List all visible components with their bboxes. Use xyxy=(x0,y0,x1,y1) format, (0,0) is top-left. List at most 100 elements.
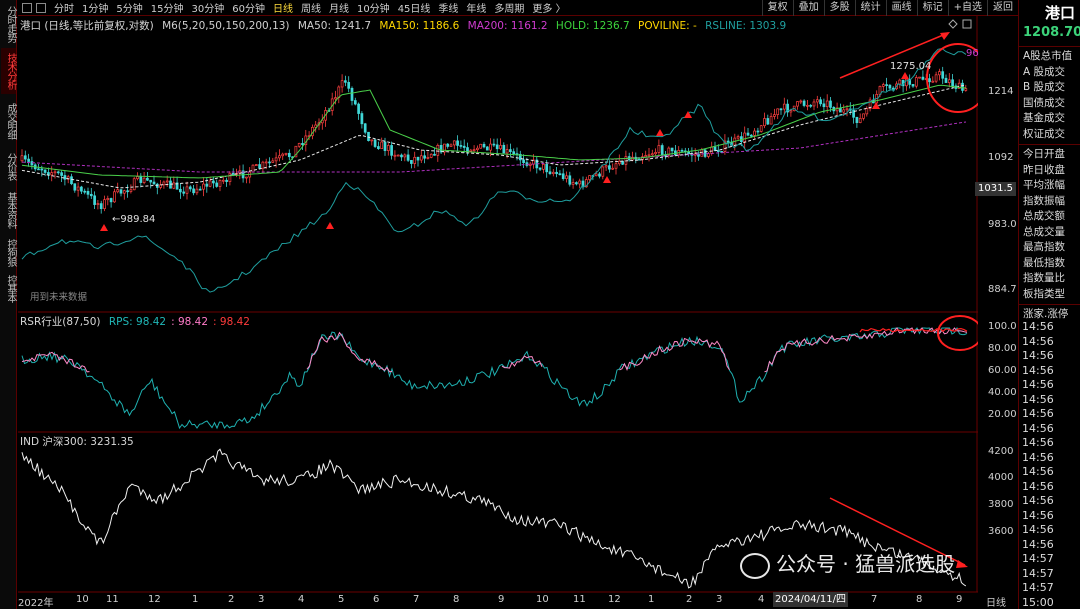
candle-body xyxy=(406,154,410,161)
candle-body xyxy=(63,175,67,180)
candle-body xyxy=(769,116,773,125)
candle-body xyxy=(555,171,558,175)
candle-body xyxy=(23,155,27,160)
candle-body xyxy=(650,153,654,156)
candle-body xyxy=(139,176,143,183)
candle-body xyxy=(881,84,885,87)
high-annotation: 1275.04 xyxy=(890,61,932,72)
candle-body xyxy=(614,163,618,169)
time-axis-tick-19: 4 xyxy=(758,594,765,605)
right-annotation: 96 xyxy=(966,48,979,59)
quote-item-0[interactable]: A股总市值 xyxy=(1019,49,1080,65)
candle-body xyxy=(251,164,255,173)
candle-body xyxy=(413,156,417,164)
candle-body xyxy=(383,141,387,151)
quote-item-2[interactable]: B 股成交 xyxy=(1019,80,1080,96)
time-axis-tick-2: 11 xyxy=(106,594,119,605)
candle-body xyxy=(637,158,641,161)
candle-body xyxy=(542,163,545,170)
candle-body xyxy=(505,149,509,154)
quote-item-15[interactable]: 板指类型 xyxy=(1019,287,1080,303)
candle-body xyxy=(796,101,799,107)
last-price-box: 1031.5 xyxy=(975,182,1016,196)
low-annotation: ←989.84 xyxy=(112,214,156,225)
buy-signal-marker xyxy=(326,222,334,229)
candle-body xyxy=(126,190,129,193)
quote-item-6[interactable]: 今日开盘 xyxy=(1019,147,1080,163)
quote-item-14[interactable]: 指数量比 xyxy=(1019,271,1080,287)
candle-body xyxy=(782,103,786,110)
candle-body xyxy=(502,144,506,154)
candle-body xyxy=(931,80,935,83)
indicator-value-6: RSLINE: 1303.9 xyxy=(701,20,787,32)
time-row-7: 14:56 xyxy=(1022,421,1054,435)
panel-toggle-icon[interactable] xyxy=(962,19,972,29)
candle-body xyxy=(964,88,968,91)
ind-panel-title: IND 沪深300: 3231.35 xyxy=(20,436,134,448)
ma50-line xyxy=(21,84,967,189)
candle-body xyxy=(466,147,469,152)
quote-item-3[interactable]: 国债成交 xyxy=(1019,96,1080,112)
candle-body xyxy=(258,164,261,169)
time-axis-tick-22: 7 xyxy=(871,594,878,605)
candle-body xyxy=(195,188,199,194)
time-row-1: 14:56 xyxy=(1022,334,1054,348)
candle-body xyxy=(617,160,621,165)
quote-item-8[interactable]: 平均涨幅 xyxy=(1019,178,1080,194)
time-axis-tick-1: 10 xyxy=(76,594,89,605)
time-axis-tick-0: 2022年 xyxy=(18,598,54,609)
time-list: 14:56 14:56 14:56 14:56 14:56 14:56 14:56 14:56… xyxy=(1018,320,1080,609)
candle-body xyxy=(212,180,215,184)
time-row-11: 14:56 xyxy=(1022,479,1054,493)
candle-body xyxy=(377,146,380,150)
time-row-8: 14:56 xyxy=(1022,436,1054,449)
quote-item-1[interactable]: A 股成交 xyxy=(1019,65,1080,81)
candle-body xyxy=(390,145,393,156)
cursor-date-box: 2024/04/11/四 xyxy=(773,592,849,607)
candle-body xyxy=(43,169,47,173)
candle-body xyxy=(27,158,30,162)
candle-body xyxy=(287,152,291,158)
candle-body xyxy=(802,100,806,106)
chart-canvas[interactable] xyxy=(0,0,978,609)
candle-body xyxy=(753,130,756,136)
candle-body xyxy=(122,190,126,194)
candle-body xyxy=(129,189,133,192)
candle-body xyxy=(433,153,436,156)
rsr-field-2: : 98.42 xyxy=(213,316,250,328)
candle-body xyxy=(898,79,902,85)
quote-item-11[interactable]: 总成交量 xyxy=(1019,225,1080,241)
stock-title: 港口 8 xyxy=(1045,4,1080,22)
time-row-6: 14:56 xyxy=(1022,407,1054,420)
candle-body xyxy=(839,107,842,113)
rsr-field-0: RPS: 98.42 xyxy=(108,316,167,328)
candle-body xyxy=(80,186,83,192)
time-axis-tick-5: 2 xyxy=(228,594,235,605)
quote-item-12[interactable]: 最高指数 xyxy=(1019,240,1080,256)
time-axis-tick-12: 9 xyxy=(498,594,505,605)
toolbar-button-7[interactable]: 返回 xyxy=(987,0,1018,16)
candle-body xyxy=(961,82,964,91)
diamond-icon[interactable] xyxy=(948,19,958,29)
candle-body xyxy=(403,154,407,158)
candle-body xyxy=(858,117,862,123)
candle-body xyxy=(746,132,750,136)
candle-body xyxy=(495,144,499,150)
quote-item-5[interactable]: 权证成交 xyxy=(1019,127,1080,143)
quote-item-10[interactable]: 总成交额 xyxy=(1019,209,1080,225)
price-panel-header: 港口 (日线,等比前复权,对数) M6(5,20,50,150,200,13) … xyxy=(20,18,786,33)
time-row-5: 14:56 xyxy=(1022,392,1054,406)
quote-item-4[interactable]: 基金成交 xyxy=(1019,111,1080,127)
candle-body xyxy=(492,143,496,146)
quote-item-9[interactable]: 指数振幅 xyxy=(1019,194,1080,210)
indicator-value-2: MA150: 1186.6 xyxy=(376,20,460,32)
candle-body xyxy=(400,154,403,158)
buy-signal-marker xyxy=(603,176,611,183)
quote-item-7[interactable]: 昨日收盘 xyxy=(1019,163,1080,179)
time-axis-tick-14: 11 xyxy=(573,594,586,605)
quote-item-13[interactable]: 最低指数 xyxy=(1019,256,1080,272)
time-axis-tick-18: 3 xyxy=(716,594,723,605)
time-row-2: 14:56 xyxy=(1022,349,1054,362)
candle-body xyxy=(367,131,370,141)
candle-body xyxy=(773,114,776,117)
